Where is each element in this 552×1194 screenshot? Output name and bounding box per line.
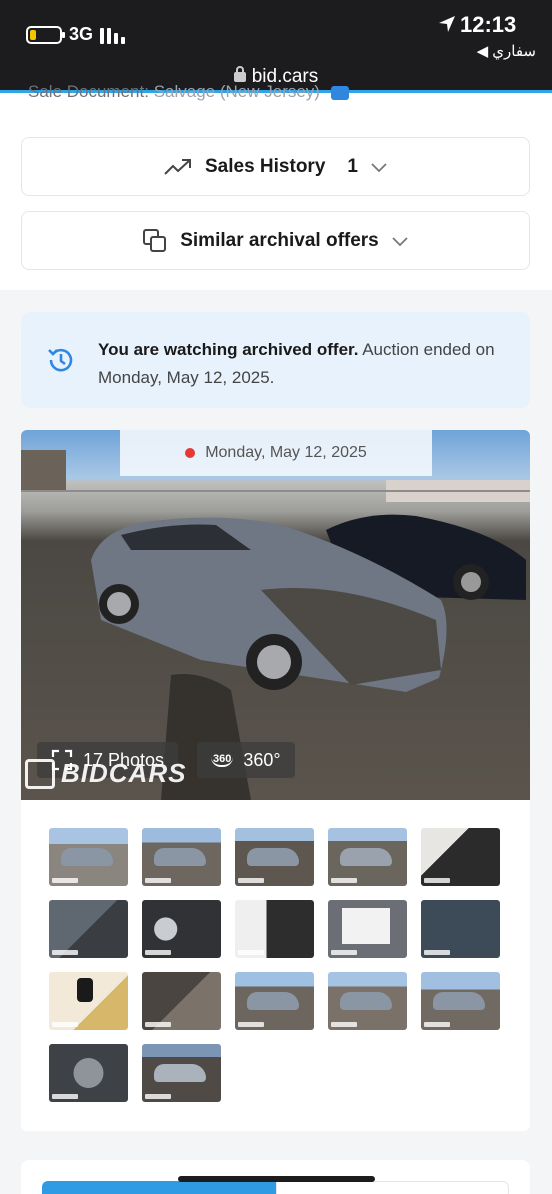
live-dot: [185, 448, 196, 458]
location-arrow-icon: [439, 16, 455, 32]
view-360-label: 360°: [243, 749, 281, 770]
photo-thumbnail[interactable]: [328, 972, 407, 1030]
photo-thumbnail[interactable]: [142, 1044, 221, 1102]
copy-icon: [143, 228, 167, 252]
status-bar: 3G 12:13 ◀ سفاري bid.cars: [0, 0, 552, 93]
sale-document-label: Sale Document:: [28, 82, 149, 101]
archived-offer-title: You are watching archived offer.: [98, 340, 359, 359]
photo-thumbnail[interactable]: [49, 972, 128, 1030]
photo-thumbnail[interactable]: [142, 972, 221, 1030]
archived-offer-text: You are watching archived offer. Auction…: [98, 336, 508, 392]
photo-gallery: Monday, May 12, 2025 17 Photos 360 360° …: [21, 430, 530, 1131]
network-type: 3G: [69, 24, 94, 44]
chevron-down-icon: [371, 162, 387, 172]
trending-up-icon: [164, 158, 191, 175]
photo-thumbnail[interactable]: [328, 900, 407, 958]
photo-thumbnail[interactable]: [328, 828, 407, 886]
photo-thumbnail[interactable]: [421, 828, 500, 886]
photo-thumbnail[interactable]: [142, 828, 221, 886]
signal-icon: [100, 26, 125, 44]
sales-history-accordion[interactable]: Sales History 1: [21, 137, 530, 196]
photo-thumbnail[interactable]: [49, 828, 128, 886]
sale-document-row: Sale Document: Salvage (New Jersey): [28, 82, 349, 102]
thumbnail-grid: [49, 828, 509, 1102]
photo-thumbnail[interactable]: [235, 900, 314, 958]
photo-thumbnail[interactable]: [235, 828, 314, 886]
sales-history-label: Sales History: [205, 155, 326, 177]
active-tab[interactable]: [42, 1181, 276, 1194]
bidcars-logo-icon: [25, 758, 55, 789]
photo-thumbnail[interactable]: [235, 972, 314, 1030]
back-to-app-link[interactable]: ◀ سفاري: [477, 42, 536, 60]
clock: 12:13: [460, 12, 517, 37]
auction-date: Monday, May 12, 2025: [205, 444, 367, 461]
document-badge-icon: [330, 85, 349, 100]
similar-offers-label: Similar archival offers: [180, 229, 379, 251]
chevron-down-icon: [392, 236, 408, 246]
history-icon: [48, 348, 73, 372]
photo-thumbnail[interactable]: [142, 900, 221, 958]
bidcars-watermark: BIDCARS: [25, 758, 186, 789]
auction-date-tag: Monday, May 12, 2025: [120, 430, 432, 476]
similar-offers-accordion[interactable]: Similar archival offers: [21, 211, 530, 270]
photo-thumbnail[interactable]: [421, 900, 500, 958]
lock-icon: [233, 66, 246, 82]
photo-thumbnail[interactable]: [421, 972, 500, 1030]
home-indicator[interactable]: [178, 1176, 375, 1182]
view-360-button[interactable]: 360 360°: [197, 742, 295, 778]
360-icon: 360: [211, 753, 234, 767]
archived-offer-notice: You are watching archived offer. Auction…: [21, 312, 530, 408]
photo-thumbnail[interactable]: [49, 1044, 128, 1102]
sales-history-count: 1: [347, 155, 358, 177]
main-vehicle-photo[interactable]: Monday, May 12, 2025 17 Photos 360 360° …: [21, 430, 530, 800]
watermark-text: BIDCARS: [61, 758, 187, 788]
sale-document-value: Salvage (New Jersey): [153, 82, 320, 101]
photo-thumbnail[interactable]: [49, 900, 128, 958]
battery-icon: [26, 26, 65, 44]
inactive-tab[interactable]: [276, 1181, 509, 1194]
